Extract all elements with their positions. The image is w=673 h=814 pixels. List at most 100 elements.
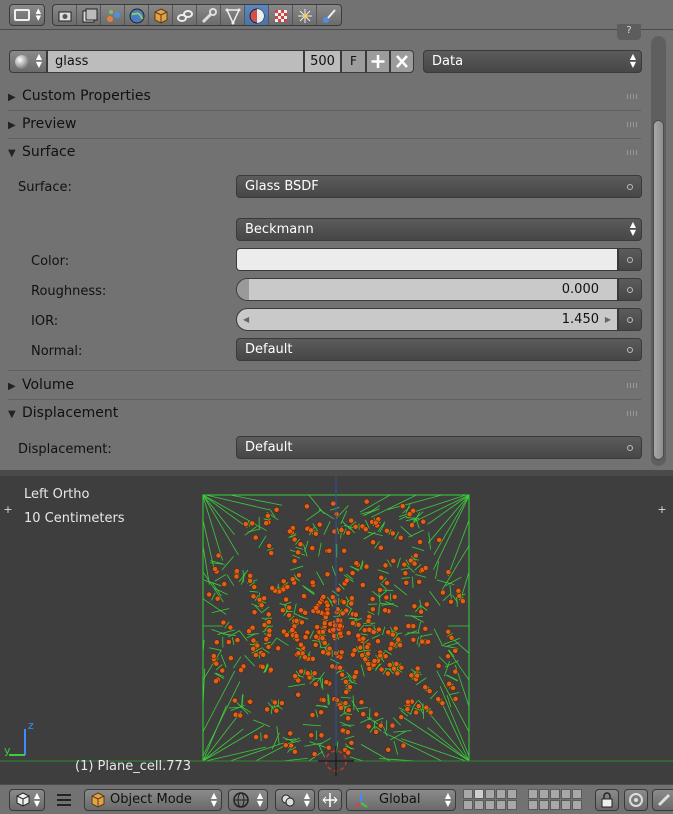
layer-button[interactable]	[550, 800, 560, 810]
snap-button[interactable]	[652, 789, 673, 811]
tab-render-layers[interactable]	[77, 5, 101, 25]
unlink-material-button[interactable]	[390, 50, 414, 73]
cell-origin-point	[384, 580, 390, 586]
decrement-arrow-icon[interactable]: ◀	[243, 309, 249, 330]
layer-button[interactable]	[507, 789, 517, 799]
mode-dropdown[interactable]: Object Mode ▲ ▼	[84, 789, 222, 811]
tab-physics[interactable]	[317, 5, 341, 25]
roughness-slider[interactable]: 0.000	[236, 278, 618, 301]
cell-edge	[249, 590, 259, 593]
3d-viewport[interactable]: Left Ortho 10 Centimeters (1) Plane_cell…	[0, 476, 673, 784]
layer-button[interactable]	[496, 800, 506, 810]
material-name-field[interactable]: glass	[47, 50, 304, 73]
toolshelf-toggle-icon[interactable]: +	[2, 504, 14, 516]
normal-input-button[interactable]: Default	[236, 338, 642, 361]
lock-camera-button[interactable]	[595, 789, 619, 811]
displacement-input-button[interactable]: Default	[236, 436, 642, 459]
layer-button[interactable]	[485, 800, 495, 810]
layers-group-2[interactable]	[528, 789, 582, 811]
tab-object[interactable]	[149, 5, 173, 25]
layer-button[interactable]	[561, 789, 571, 799]
transform-orientation-dropdown[interactable]: Global ▲ ▼	[346, 789, 456, 811]
layer-button[interactable]	[528, 800, 538, 810]
editor-type-button[interactable]: ▲ ▼	[9, 789, 45, 811]
ior-socket-button[interactable]	[618, 308, 642, 331]
drag-grip-icon[interactable]	[627, 383, 639, 388]
layer-button[interactable]	[572, 800, 582, 810]
ior-field[interactable]: ◀ 1.450 ▶	[236, 308, 618, 331]
menu-icon[interactable]	[57, 794, 71, 806]
pivot-point-dropdown[interactable]: ▲ ▼	[275, 789, 315, 811]
new-material-button[interactable]	[366, 50, 390, 73]
cell-origin-point	[263, 520, 270, 526]
cell-origin-point	[292, 673, 298, 679]
editor-type-button[interactable]: ▲ ▼	[9, 4, 45, 26]
panel-custom-properties[interactable]: ▶ Custom Properties	[8, 83, 641, 109]
material-users-count[interactable]: 500	[304, 50, 341, 73]
tab-data[interactable]	[221, 5, 245, 25]
panel-volume[interactable]: ▶ Volume	[8, 372, 641, 398]
color-swatch[interactable]	[236, 248, 618, 271]
tab-render[interactable]	[53, 5, 77, 25]
cell-origin-point	[439, 700, 446, 707]
cell-origin-point	[309, 712, 316, 718]
layer-button[interactable]	[539, 789, 549, 799]
layer-button[interactable]	[485, 789, 495, 799]
layer-button[interactable]	[528, 789, 538, 799]
tab-particles[interactable]	[293, 5, 317, 25]
layer-button[interactable]	[463, 789, 473, 799]
tab-constraints[interactable]	[173, 5, 197, 25]
proportional-edit-button[interactable]	[624, 789, 648, 811]
tab-modifiers[interactable]	[197, 5, 221, 25]
tab-scene[interactable]	[101, 5, 125, 25]
help-button[interactable]: ?	[617, 24, 641, 40]
cell-origin-point	[251, 609, 258, 616]
layer-button[interactable]	[539, 800, 549, 810]
drag-grip-icon[interactable]	[627, 150, 639, 155]
drag-grip-icon[interactable]	[627, 411, 639, 416]
cell-origin-point	[360, 711, 367, 717]
link-dropdown[interactable]: Data ▲ ▼	[423, 50, 642, 73]
fake-user-button[interactable]: F	[341, 50, 366, 73]
manipulator-toggle[interactable]	[318, 789, 342, 811]
cell-origin-point	[301, 593, 307, 599]
layers-group-1[interactable]	[463, 789, 517, 811]
layer-button[interactable]	[572, 789, 582, 799]
panel-displacement[interactable]: ▼ Displacement	[8, 400, 641, 426]
increment-arrow-icon[interactable]: ▶	[605, 309, 611, 330]
surface-shader-button[interactable]: Glass BSDF	[236, 175, 642, 198]
cell-origin-point	[321, 640, 328, 646]
layer-button[interactable]	[474, 800, 484, 810]
cell-origin-point	[298, 619, 305, 626]
layer-button[interactable]	[463, 800, 473, 810]
cell-origin-point	[413, 709, 419, 716]
color-socket-button[interactable]	[618, 248, 642, 271]
drag-grip-icon[interactable]	[627, 94, 639, 99]
scrollbar-thumb[interactable]	[653, 120, 664, 460]
layer-button[interactable]	[474, 789, 484, 799]
cell-edge	[244, 654, 256, 667]
cell-origin-point	[418, 608, 424, 615]
material-browse-button[interactable]: ▲ ▼	[9, 50, 47, 73]
panel-surface[interactable]: ▼ Surface	[8, 139, 641, 165]
cell-origin-point	[329, 594, 336, 600]
distribution-dropdown[interactable]: Beckmann ▲ ▼	[236, 218, 642, 241]
layer-button[interactable]	[561, 800, 571, 810]
tab-texture[interactable]	[269, 5, 293, 25]
viewport-shading-dropdown[interactable]: ▲ ▼	[228, 789, 268, 811]
layer-button[interactable]	[550, 789, 560, 799]
panel-preview[interactable]: ▶ Preview	[8, 111, 641, 137]
tab-world[interactable]	[125, 5, 149, 25]
plus-icon	[371, 55, 385, 68]
roughness-socket-button[interactable]	[618, 278, 642, 301]
layer-button[interactable]	[507, 800, 517, 810]
cell-origin-point	[415, 703, 422, 710]
cell-origin-point	[311, 670, 318, 677]
cell-origin-point	[282, 742, 289, 749]
properties-toggle-icon[interactable]: +	[656, 504, 668, 516]
tab-material[interactable]	[245, 5, 269, 25]
layer-button[interactable]	[496, 789, 506, 799]
cell-origin-point	[302, 609, 309, 616]
cell-origin-point	[258, 602, 265, 609]
drag-grip-icon[interactable]	[627, 122, 639, 127]
